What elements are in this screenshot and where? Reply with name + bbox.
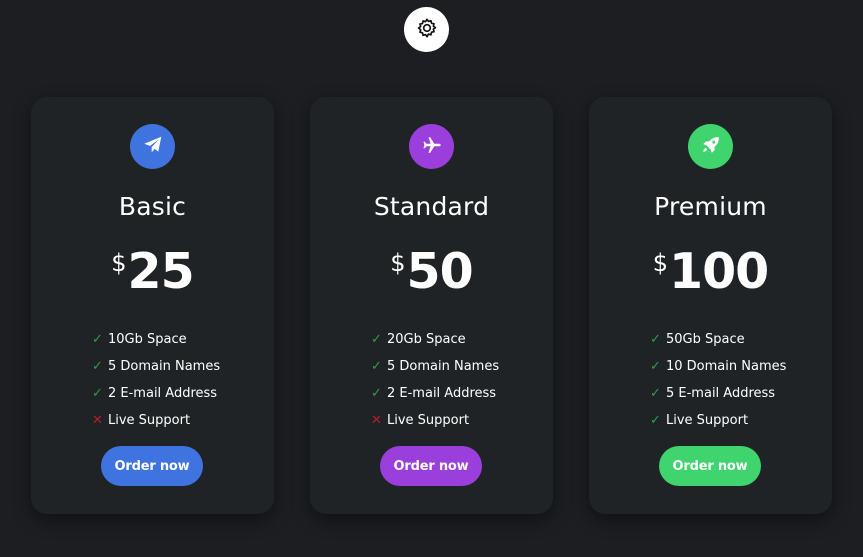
feature-item: ✓ 2 E-mail Address <box>91 380 220 407</box>
feature-text: 5 Domain Names <box>108 359 221 374</box>
settings-button[interactable] <box>404 7 449 52</box>
feature-item: ✕ Live Support <box>91 407 220 434</box>
plan-icon-standard <box>409 124 454 169</box>
plan-price: $25 <box>31 247 274 296</box>
check-icon: ✓ <box>371 332 382 347</box>
currency-symbol: $ <box>111 249 127 277</box>
check-icon: ✓ <box>650 413 661 428</box>
airplane-icon <box>421 134 443 160</box>
feature-item: ✓ 5 Domain Names <box>91 353 220 380</box>
feature-item: ✓ 10 Domain Names <box>649 353 786 380</box>
check-icon: ✓ <box>650 359 661 374</box>
paper-plane-icon <box>142 134 164 160</box>
feature-list: ✓ 20Gb Space ✓ 5 Domain Names ✓ 2 E-mail Ad… <box>370 326 499 434</box>
feature-item: ✓ 20Gb Space <box>370 326 499 353</box>
price-amount: 100 <box>668 243 769 300</box>
order-now-button[interactable]: Order now <box>380 446 482 486</box>
feature-text: Live Support <box>108 413 191 428</box>
feature-text: 5 Domain Names <box>387 359 500 374</box>
check-icon: ✓ <box>650 386 661 401</box>
feature-text: Live Support <box>666 413 749 428</box>
check-icon: ✓ <box>92 359 103 374</box>
feature-text: Live Support <box>387 413 470 428</box>
feature-item: ✓ 5 Domain Names <box>370 353 499 380</box>
feature-item: ✓ 50Gb Space <box>649 326 786 353</box>
check-icon: ✓ <box>92 386 103 401</box>
plan-price: $50 <box>310 247 553 296</box>
feature-item: ✓ Live Support <box>649 407 786 434</box>
feature-item: ✓ 10Gb Space <box>91 326 220 353</box>
plan-name: Premium <box>654 192 767 221</box>
pricing-card-premium: Premium $100 ✓ 50Gb Space ✓ 10 Domain Name… <box>589 97 832 514</box>
feature-item: ✓ 5 E-mail Address <box>649 380 786 407</box>
plan-icon-premium <box>688 124 733 169</box>
plan-icon-basic <box>130 124 175 169</box>
feature-list: ✓ 50Gb Space ✓ 10 Domain Names ✓ 5 E-mail A… <box>649 326 786 434</box>
pricing-card-standard: Standard $50 ✓ 20Gb Space ✓ 5 Domain Names… <box>310 97 553 514</box>
plan-price: $100 <box>589 247 832 296</box>
currency-symbol: $ <box>390 249 406 277</box>
check-icon: ✓ <box>371 386 382 401</box>
feature-text: 2 E-mail Address <box>387 386 497 401</box>
order-now-button[interactable]: Order now <box>659 446 761 486</box>
feature-text: 2 E-mail Address <box>108 386 218 401</box>
feature-item: ✕ Live Support <box>370 407 499 434</box>
feature-text: 10Gb Space <box>108 332 187 347</box>
gear-icon <box>416 17 438 43</box>
feature-text: 5 E-mail Address <box>666 386 776 401</box>
cross-icon: ✕ <box>92 413 103 428</box>
pricing-card-basic: Basic $25 ✓ 10Gb Space ✓ 5 Domain Names ✓ 2… <box>31 97 274 514</box>
plan-name: Standard <box>373 192 490 221</box>
order-now-button[interactable]: Order now <box>101 446 203 486</box>
cross-icon: ✕ <box>371 413 382 428</box>
check-icon: ✓ <box>371 359 382 374</box>
plan-name: Basic <box>118 192 187 221</box>
currency-symbol: $ <box>652 249 668 277</box>
check-icon: ✓ <box>92 332 103 347</box>
pricing-cards: Basic $25 ✓ 10Gb Space ✓ 5 Domain Names ✓ 2… <box>31 97 832 514</box>
feature-text: 10 Domain Names <box>666 359 787 374</box>
price-amount: 25 <box>127 243 195 300</box>
check-icon: ✓ <box>650 332 661 347</box>
price-amount: 50 <box>406 243 474 300</box>
feature-item: ✓ 2 E-mail Address <box>370 380 499 407</box>
rocket-icon <box>700 134 722 160</box>
feature-text: 50Gb Space <box>666 332 745 347</box>
feature-text: 20Gb Space <box>387 332 466 347</box>
feature-list: ✓ 10Gb Space ✓ 5 Domain Names ✓ 2 E-mail Ad… <box>91 326 220 434</box>
